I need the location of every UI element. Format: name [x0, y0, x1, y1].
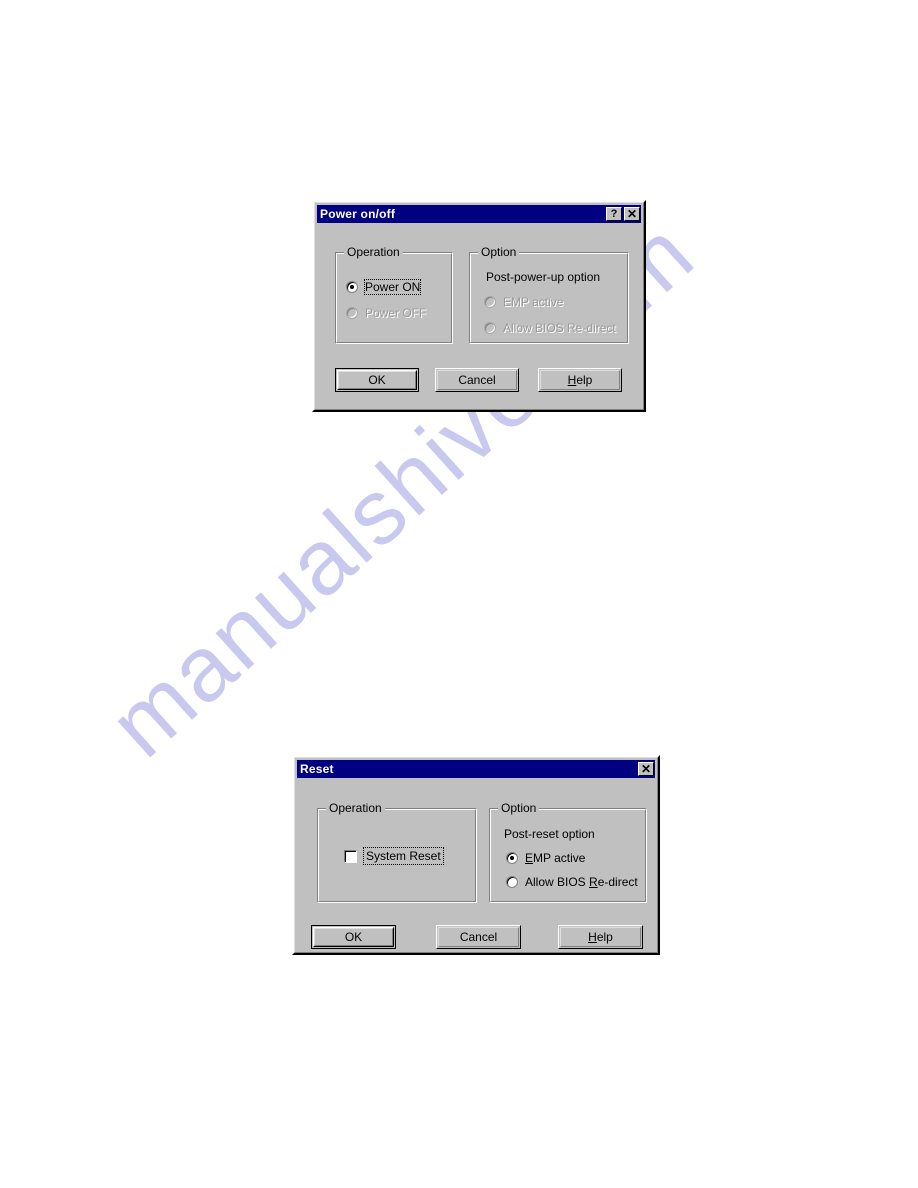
reset-cancel-button-label: Cancel: [459, 930, 498, 944]
radio-allow-bios-redirect-power-label: Allow BIOS Re-direct: [503, 321, 616, 335]
power-help-button-label: Help: [567, 373, 593, 387]
radio-power-off-label: Power OFF: [365, 306, 427, 320]
reset-option-groupbox: Option Post-reset option EMP active Allo…: [489, 802, 647, 903]
power-dialog-body: Operation Power ON Power OFF Option Post…: [317, 223, 641, 407]
power-operation-groupbox-bevel: [336, 253, 452, 343]
radio-allow-bios-redirect-reset[interactable]: Allow BIOS Re-direct: [506, 875, 638, 889]
power-cancel-button-label: Cancel: [458, 373, 496, 387]
radio-power-on[interactable]: Power ON: [346, 279, 422, 295]
radio-emp-active-reset-dot: [510, 856, 514, 860]
reset-ok-button[interactable]: OK: [311, 925, 396, 949]
reset-operation-legend: Operation: [326, 802, 385, 815]
post-reset-option-caption: Post-reset option: [504, 827, 595, 841]
power-cancel-button[interactable]: Cancel: [435, 368, 519, 392]
reset-dialog-titlebar: Reset ✕: [297, 760, 655, 778]
radio-power-off-indicator: [346, 307, 358, 319]
power-on-off-dialog: Power on/off ? ✕ Operation Power ON Powe…: [312, 200, 646, 412]
radio-emp-active-reset-indicator: [506, 852, 518, 864]
power-ok-button-label: OK: [368, 373, 386, 387]
radio-allow-bios-redirect-power[interactable]: Allow BIOS Re-direct: [484, 321, 616, 335]
reset-help-button-label: Help: [588, 930, 613, 944]
reset-help-button[interactable]: Help: [558, 925, 643, 949]
power-help-button[interactable]: Help: [538, 368, 622, 392]
reset-dialog-inner: Reset ✕ Operation System Reset Option Po…: [294, 757, 658, 953]
checkbox-system-reset-label: System Reset: [363, 847, 444, 865]
radio-power-off[interactable]: Power OFF: [346, 306, 426, 320]
radio-allow-bios-redirect-reset-indicator: [506, 876, 518, 888]
radio-emp-active-reset-label: EMP active: [525, 851, 586, 865]
radio-power-on-indicator: [346, 281, 358, 293]
power-option-groupbox: Option Post-power-up option EMP active A…: [469, 246, 629, 344]
radio-power-on-label: Power ON: [363, 279, 422, 295]
power-option-legend: Option: [478, 246, 520, 259]
power-operation-groupbox: Operation Power ON Power OFF: [335, 246, 453, 344]
reset-option-legend: Option: [498, 802, 540, 815]
reset-dialog-body: Operation System Reset Option Post-reset…: [297, 778, 655, 950]
radio-emp-active-power-label: EMP active: [503, 295, 564, 309]
checkbox-system-reset[interactable]: System Reset: [344, 847, 444, 865]
reset-ok-button-label: OK: [344, 930, 363, 944]
radio-emp-active-power[interactable]: EMP active: [484, 295, 563, 309]
radio-allow-bios-redirect-reset-label: Allow BIOS Re-direct: [525, 875, 638, 889]
power-operation-legend: Operation: [344, 246, 403, 259]
close-icon[interactable]: ✕: [638, 762, 654, 776]
close-icon[interactable]: ✕: [624, 207, 640, 221]
power-dialog-title: Power on/off: [320, 207, 396, 221]
help-icon[interactable]: ?: [606, 207, 622, 221]
radio-power-on-dot: [350, 285, 354, 289]
post-power-up-option-caption: Post-power-up option: [486, 270, 601, 284]
power-ok-button[interactable]: OK: [335, 368, 419, 392]
radio-allow-bios-redirect-power-indicator: [484, 322, 496, 334]
power-dialog-inner: Power on/off ? ✕ Operation Power ON Powe…: [314, 202, 644, 410]
reset-dialog: Reset ✕ Operation System Reset Option Po…: [292, 755, 660, 955]
power-dialog-titlebar: Power on/off ? ✕: [317, 205, 641, 223]
checkbox-system-reset-indicator: [344, 849, 357, 863]
reset-cancel-button[interactable]: Cancel: [436, 925, 521, 949]
radio-emp-active-power-indicator: [484, 296, 496, 308]
reset-dialog-title: Reset: [300, 762, 334, 776]
radio-emp-active-reset[interactable]: EMP active: [506, 851, 585, 865]
reset-operation-groupbox: Operation System Reset: [317, 802, 477, 903]
